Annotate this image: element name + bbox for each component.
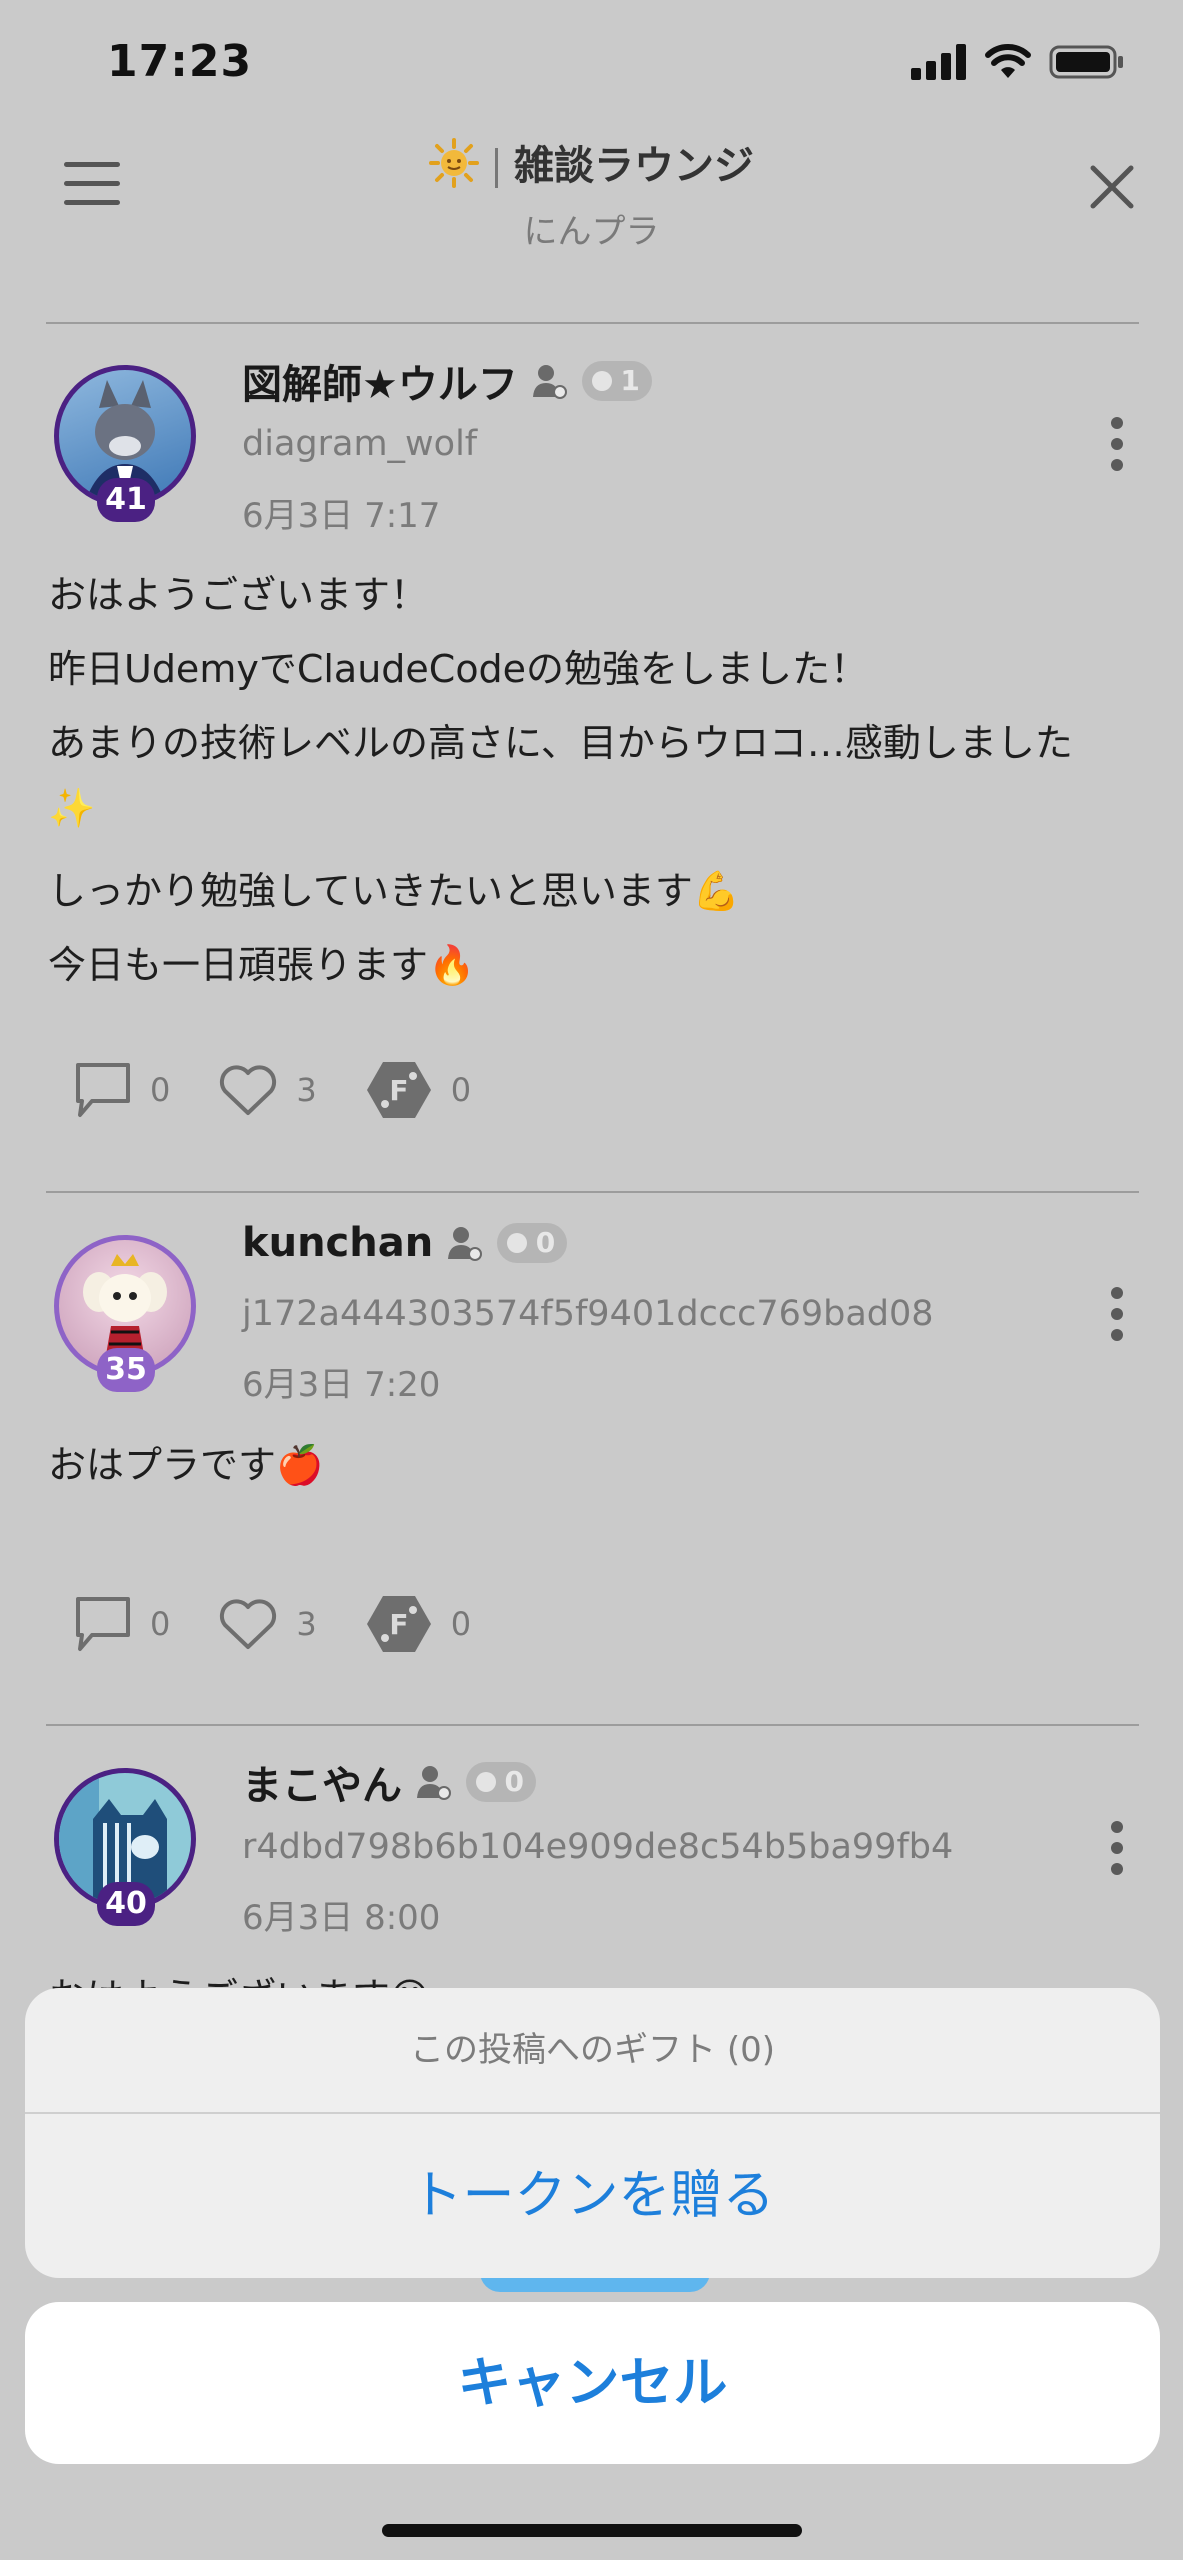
display-name-row: まこやん 0 <box>242 1753 536 1811</box>
member-icon <box>417 1766 451 1800</box>
close-icon[interactable] <box>1087 162 1137 212</box>
divider <box>46 1724 1139 1726</box>
member-icon <box>532 365 567 399</box>
page-title: 雑談ラウンジ <box>0 133 1183 198</box>
user-id: r4dbd798b6b104e909de8c54b5ba99fb4 <box>242 1827 954 1867</box>
heart-icon <box>220 1065 277 1115</box>
level-badge: 41 <box>97 478 155 522</box>
gift-button[interactable]: F 0 <box>365 1594 471 1654</box>
gift-count: 0 <box>450 1071 472 1109</box>
post-body-line: ✨ <box>48 786 96 830</box>
divider <box>46 322 1139 324</box>
cancel-button[interactable]: キャンセル <box>25 2302 1160 2464</box>
user-id: j172a444303574f5f9401dccc769bad08 <box>242 1294 934 1334</box>
status-icons <box>911 44 1125 80</box>
badge-counter: 1 <box>581 361 652 401</box>
like-button[interactable]: 3 <box>218 1063 317 1117</box>
home-indicator[interactable] <box>382 2524 802 2537</box>
svg-text:F: F <box>389 1608 408 1641</box>
user-id: diagram_wolf <box>242 424 478 464</box>
more-icon[interactable] <box>1109 1287 1125 1350</box>
post-body-line: 今日も一日頑張ります🔥 <box>48 943 476 987</box>
post-date: 6月3日 7:20 <box>242 1365 441 1405</box>
comment-icon <box>76 1063 130 1117</box>
page-subtitle: にんプラ <box>523 212 660 252</box>
display-name[interactable]: まこやん <box>242 1753 402 1811</box>
post-body-line: おはプラです🍎 <box>48 1443 324 1487</box>
gift-count: 0 <box>450 1605 472 1643</box>
comment-button[interactable]: 0 <box>74 1595 170 1653</box>
gift-token-icon: F <box>366 1596 431 1652</box>
action-sheet: この投稿へのギフト (0) トークンを贈る <box>25 1988 1160 2278</box>
post-date: 6月3日 7:17 <box>242 496 441 536</box>
level-badge: 35 <box>97 1348 155 1392</box>
divider <box>46 1191 1139 1193</box>
post-actions: 0 3 F 0 <box>74 1594 519 1654</box>
post-actions: 0 3 F 0 <box>74 1060 519 1120</box>
display-name[interactable]: 図解師★ウルフ <box>242 352 518 410</box>
like-count: 3 <box>296 1071 317 1109</box>
send-token-button[interactable]: トークンを贈る <box>25 2114 1160 2278</box>
comment-button[interactable]: 0 <box>74 1061 170 1119</box>
like-button[interactable]: 3 <box>218 1597 317 1651</box>
like-count: 3 <box>296 1605 317 1643</box>
comment-icon <box>76 1597 130 1651</box>
more-icon[interactable] <box>1109 417 1125 480</box>
heart-icon <box>220 1599 277 1649</box>
signal-icon <box>911 44 966 80</box>
comment-count: 0 <box>150 1605 171 1643</box>
member-icon <box>448 1227 483 1261</box>
display-name[interactable]: kunchan <box>242 1220 433 1266</box>
badge-counter: 0 <box>466 1762 536 1802</box>
battery-icon <box>1049 45 1123 79</box>
gift-token-icon: F <box>366 1062 431 1118</box>
display-name-row: kunchan 0 <box>242 1220 568 1266</box>
sun-icon <box>429 138 479 198</box>
post-body-line: しっかり勉強していきたいと思います💪 <box>48 869 741 913</box>
wifi-icon <box>985 44 1031 78</box>
gift-button[interactable]: F 0 <box>365 1060 471 1120</box>
gift-caption: この投稿へのギフト (0) <box>410 2030 775 2070</box>
post-body-line: あまりの技術レベルの高さに、目からウロコ…感動しました <box>48 721 1073 765</box>
room-name: 雑談ラウンジ <box>514 143 754 189</box>
display-name-row: 図解師★ウルフ 1 <box>242 352 652 410</box>
post-date: 6月3日 8:00 <box>242 1898 441 1938</box>
post-body-line: おはようございます！ <box>48 573 429 617</box>
status-time: 17:23 <box>107 36 253 87</box>
level-badge: 40 <box>97 1882 155 1926</box>
svg-text:F: F <box>389 1074 408 1107</box>
post-body-line: 昨日UdemyでClaudeCodeの勉強をしました！ <box>48 647 869 691</box>
more-icon[interactable] <box>1109 1821 1125 1884</box>
comment-count: 0 <box>150 1071 171 1109</box>
badge-counter: 0 <box>497 1223 568 1263</box>
